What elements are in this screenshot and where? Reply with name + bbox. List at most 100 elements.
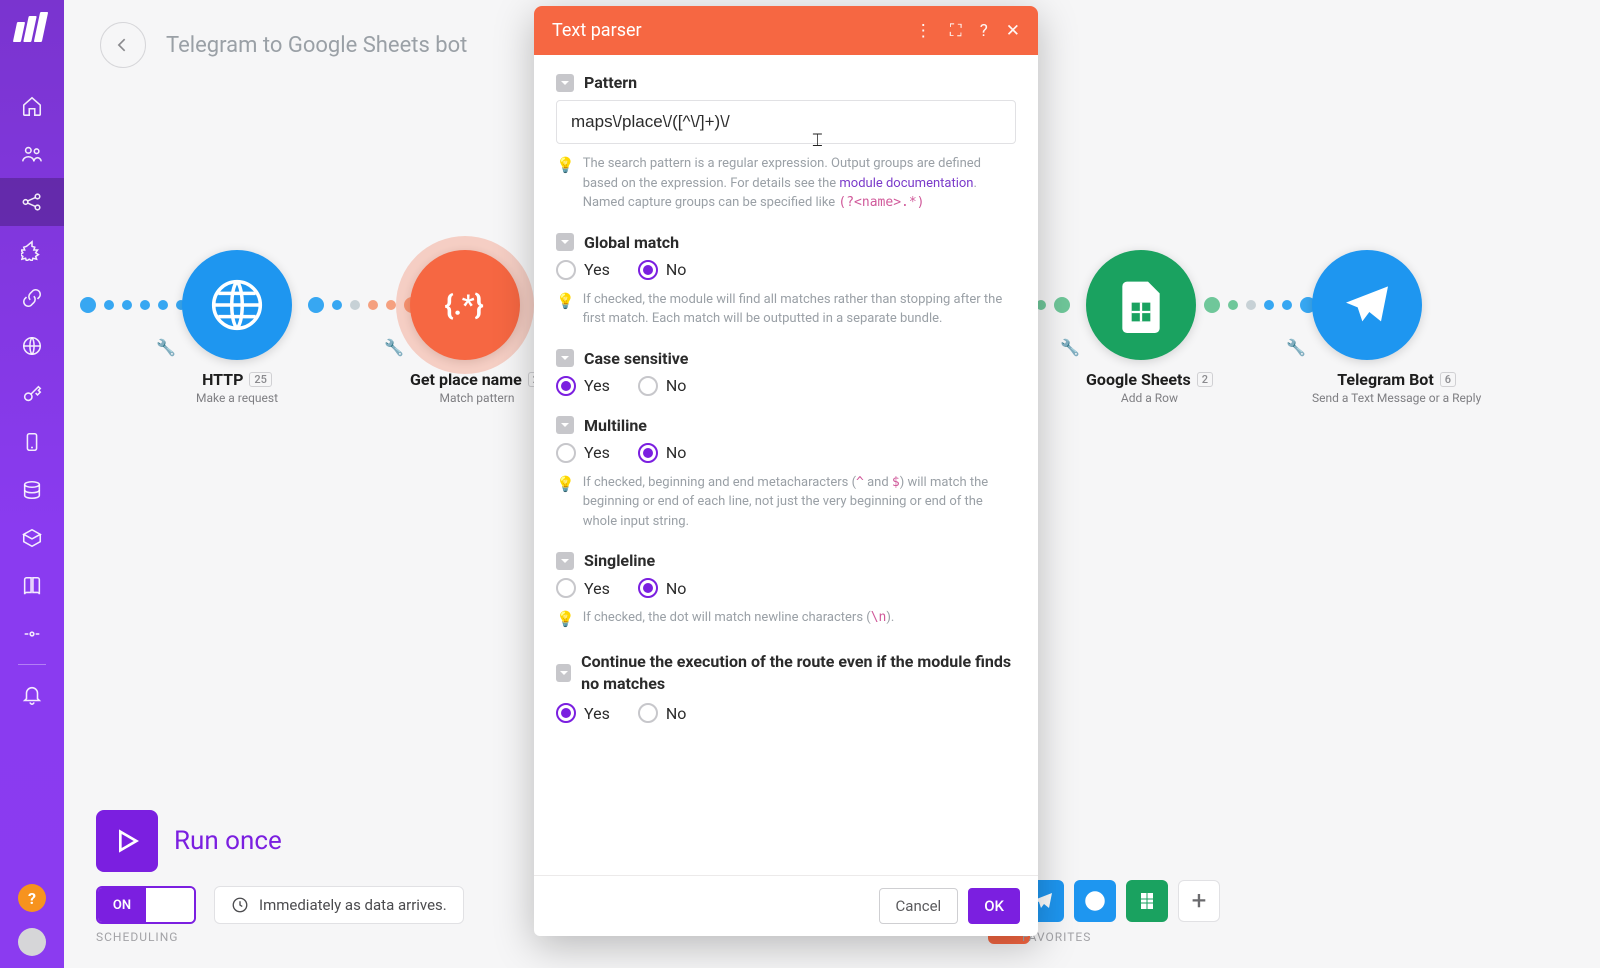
nav-connections[interactable] [0,274,64,322]
run-label: Run once [174,826,282,856]
text-cursor: ⌶ [812,130,823,151]
connector [80,298,186,312]
module-title: Google Sheets [1086,370,1191,389]
module-title: HTTP [202,370,243,389]
global-no[interactable]: No [638,260,687,280]
nav-more[interactable] [0,610,64,658]
modal-expand-icon[interactable]: ⛶ [950,21,962,41]
hint-icon: 💡 [556,290,575,329]
continue-label: Continue the execution of the route even… [581,651,1016,696]
modal-body[interactable]: Pattern 💡 The search pattern is a regula… [534,55,1038,875]
schedule-text: Immediately as data arrives. [259,896,447,914]
app-sidebar: ? [0,0,64,968]
singleline-yes[interactable]: Yes [556,578,610,598]
module-subtitle: Add a Row [1086,391,1213,405]
favorites-section: + FAVORITES [1022,880,1220,944]
pattern-hint: The search pattern is a regular expressi… [583,154,1016,213]
nav-webhooks[interactable] [0,322,64,370]
module-text-parser[interactable]: 🔧 {.*} Get place name2 Match pattern [410,250,544,405]
singleline-hint: If checked, the dot will match newline c… [583,608,895,631]
wrench-icon[interactable]: 🔧 [1060,338,1080,357]
nav-scenarios[interactable] [0,178,64,226]
continue-no[interactable]: No [638,703,687,723]
global-match-label: Global match [584,233,679,252]
scheduling-toggle[interactable]: ON [96,886,196,924]
fav-sheets[interactable] [1126,880,1168,922]
fav-http[interactable] [1074,880,1116,922]
text-parser-modal: Text parser ⋮ ⛶ ? ✕ Pattern 💡 The search… [534,6,1038,936]
svg-text:{.*}: {.*} [444,288,483,321]
bottom-controls: Run once ON Immediately as data arrives.… [96,810,464,944]
nav-keys[interactable] [0,370,64,418]
module-subtitle: Match pattern [410,391,544,405]
toggle-on-label: ON [98,888,146,922]
modal-title: Text parser [552,20,642,41]
fav-add[interactable]: + [1178,880,1220,922]
case-yes[interactable]: Yes [556,376,610,396]
hint-icon: 💡 [556,473,575,532]
collapse-toggle[interactable] [556,233,574,251]
multiline-hint: If checked, beginning and end metacharac… [583,473,1016,532]
case-sensitive-label: Case sensitive [584,349,688,368]
collapse-toggle[interactable] [556,552,574,570]
nav-templates[interactable] [0,226,64,274]
nav-functions[interactable] [0,514,64,562]
multiline-no[interactable]: No [638,443,687,463]
scenario-title[interactable]: Telegram to Google Sheets bot [166,33,467,58]
wrench-icon[interactable]: 🔧 [384,338,404,357]
module-subtitle: Make a request [182,391,292,405]
module-title: Get place name [410,370,522,389]
hint-icon: 💡 [556,154,575,213]
divider [18,664,46,665]
user-avatar[interactable] [18,928,46,956]
doc-link[interactable]: module documentation [839,176,973,191]
app-logo [15,14,49,42]
nav-team[interactable] [0,130,64,178]
module-subtitle: Send a Text Message or a Reply [1312,391,1481,405]
wrench-icon[interactable]: 🔧 [156,338,176,357]
modal-header[interactable]: Text parser ⋮ ⛶ ? ✕ [534,6,1038,55]
pattern-input[interactable] [556,100,1016,144]
schedule-setting[interactable]: Immediately as data arrives. [214,886,464,924]
pattern-label: Pattern [584,73,637,92]
back-button[interactable] [100,22,146,68]
collapse-toggle[interactable] [556,349,574,367]
nav-docs[interactable] [0,562,64,610]
module-google-sheets[interactable]: 🔧 Google Sheets2 Add a Row [1086,250,1213,405]
global-hint: If checked, the module will find all mat… [583,290,1016,329]
collapse-toggle[interactable] [556,664,571,682]
scheduling-label: SCHEDULING [96,930,464,944]
multiline-yes[interactable]: Yes [556,443,610,463]
ok-button[interactable]: OK [968,888,1020,924]
module-badge: 6 [1440,372,1456,387]
module-badge: 2 [1197,372,1213,387]
run-once-button[interactable] [96,810,158,872]
case-no[interactable]: No [638,376,687,396]
favorites-label: FAVORITES [1022,930,1220,944]
continue-yes[interactable]: Yes [556,703,610,723]
help-button[interactable]: ? [18,884,46,912]
module-http[interactable]: 🔧 HTTP25 Make a request [182,250,292,405]
module-badge: 25 [249,372,272,387]
nav-home[interactable] [0,82,64,130]
modal-close-icon[interactable]: ✕ [1006,21,1020,41]
nav-notifications[interactable] [0,671,64,719]
nav-datastores[interactable] [0,466,64,514]
multiline-label: Multiline [584,416,647,435]
modal-menu-icon[interactable]: ⋮ [915,21,932,41]
collapse-toggle[interactable] [556,416,574,434]
singleline-no[interactable]: No [638,578,687,598]
collapse-toggle[interactable] [556,74,574,92]
cancel-button[interactable]: Cancel [879,888,959,924]
connector [308,298,420,312]
modal-help-icon[interactable]: ? [980,21,988,41]
global-yes[interactable]: Yes [556,260,610,280]
modal-footer: Cancel OK [534,875,1038,936]
module-title: Telegram Bot [1337,370,1434,389]
hint-icon: 💡 [556,608,575,631]
connector [1204,298,1316,312]
wrench-icon[interactable]: 🔧 [1286,338,1306,357]
singleline-label: Singleline [584,551,655,570]
module-telegram[interactable]: 🔧 Telegram Bot6 Send a Text Message or a… [1312,250,1481,405]
nav-devices[interactable] [0,418,64,466]
